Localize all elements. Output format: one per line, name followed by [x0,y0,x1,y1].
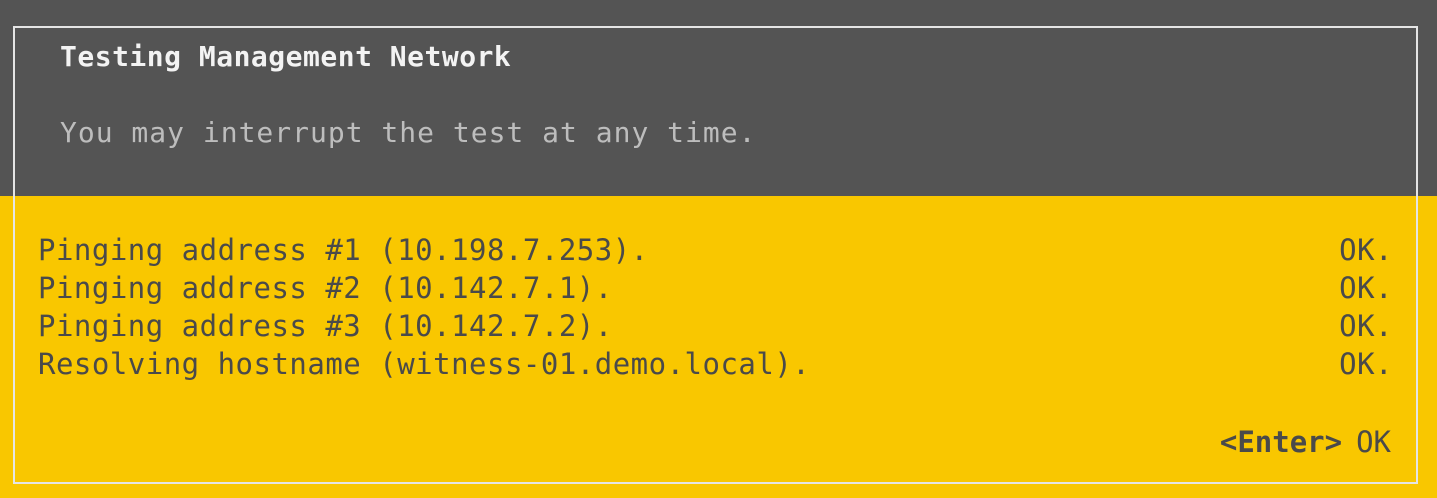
dialog-title: Testing Management Network [60,40,512,73]
result-status: OK. [1339,271,1393,305]
result-text: Pinging address #3 (10.142.7.2). [38,309,613,343]
enter-ok-button[interactable]: <Enter> OK [1220,425,1391,459]
ok-label: OK [1356,425,1391,459]
enter-key-label: <Enter> [1219,425,1343,459]
result-row: Resolving hostname (witness-01.demo.loca… [38,347,1393,385]
result-text: Pinging address #1 (10.198.7.253). [38,233,649,267]
test-network-dialog: Testing Management Network You may inter… [0,0,1437,498]
result-status: OK. [1339,309,1393,343]
result-text: Resolving hostname (witness-01.demo.loca… [38,347,811,381]
result-row: Pinging address #2 (10.142.7.1). OK. [38,271,1393,309]
result-row: Pinging address #3 (10.142.7.2). OK. [38,309,1393,347]
result-status: OK. [1339,347,1393,381]
results-list: Pinging address #1 (10.198.7.253). OK. P… [38,233,1393,385]
result-row: Pinging address #1 (10.198.7.253). OK. [38,233,1393,271]
result-status: OK. [1339,233,1393,267]
result-text: Pinging address #2 (10.142.7.1). [38,271,613,305]
console-screen: Testing Management Network You may inter… [0,0,1437,498]
dialog-subtitle: You may interrupt the test at any time. [60,116,757,149]
dialog-header [0,0,1437,196]
